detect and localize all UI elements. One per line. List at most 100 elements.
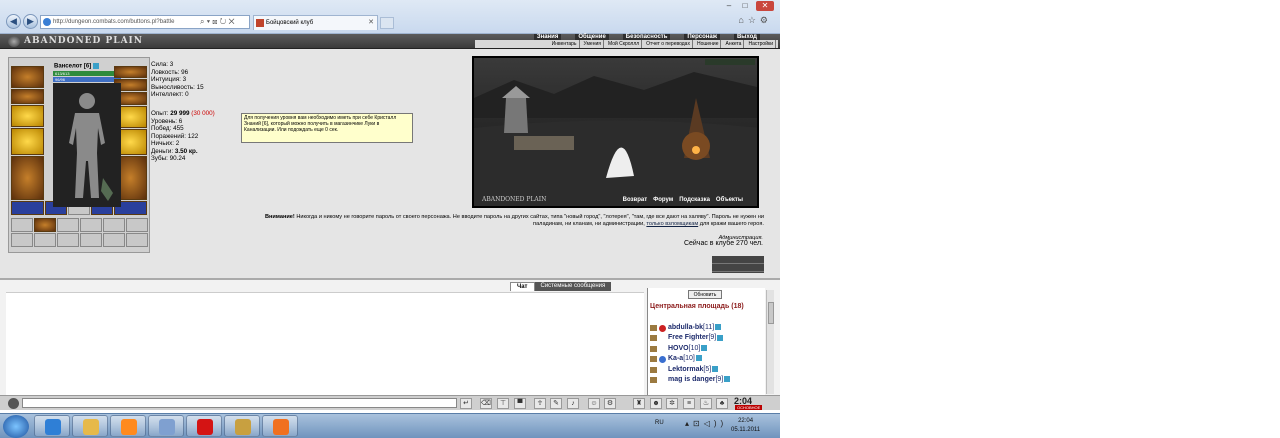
send-icon[interactable]: ↵ [460,398,472,409]
settings-icon[interactable]: ⚙ [604,398,616,409]
info-icon[interactable] [695,355,702,362]
link-objects[interactable]: Объекты [716,197,743,203]
link-hint[interactable]: Подсказка [679,197,710,203]
scroll-slot-4[interactable] [80,218,102,232]
private-icon[interactable] [650,356,657,363]
maximize-icon[interactable]: □ [738,1,752,11]
info-icon[interactable] [712,365,719,372]
scroll-slot-3[interactable] [57,218,79,232]
scroll-slot-5[interactable] [103,218,125,232]
browser-tools[interactable]: ⌂☆⚙ [738,15,772,26]
taskbar-unknown-app[interactable] [148,415,184,437]
player-name[interactable]: mag is danger [668,376,715,383]
player-row[interactable]: abdulla-bk[11] [650,323,765,333]
chat-input[interactable] [22,398,457,408]
earring-slot[interactable] [114,66,147,78]
scroll-slot-10[interactable] [80,233,102,247]
private-icon[interactable] [650,345,657,352]
player-row[interactable]: Ka-a[10] [650,354,765,364]
beer-icon[interactable]: ♨ [700,398,712,409]
bracers-slot[interactable] [11,89,44,104]
close-tab-icon[interactable]: ✕ [368,16,374,30]
warning-link[interactable]: только взломщикам [646,221,698,227]
info-icon[interactable] [724,376,731,383]
new-tab-button[interactable] [380,17,394,29]
character-name[interactable]: Ванселот [6] [54,63,99,70]
gear-icon[interactable]: ✲ [666,398,678,409]
submenu-wearing[interactable]: Ношение [695,40,722,48]
player-name[interactable]: Lektormak [668,366,703,373]
room-scrollbar[interactable] [766,290,774,394]
counters-banner[interactable] [712,256,764,273]
globe-icon[interactable] [8,398,19,409]
submenu-scroll[interactable]: Мой Скроллл [606,40,643,48]
anvil-icon[interactable]: ▀ [514,398,526,409]
tab-chat[interactable]: Чат [510,282,535,291]
submenu-transfers[interactable]: Отчет о переводах [644,40,693,48]
taskbar-media-player[interactable] [110,415,146,437]
smile-icon[interactable]: ☺ [588,398,600,409]
fighter-icon[interactable]: ☥ [534,398,546,409]
private-icon[interactable] [650,335,657,342]
scroll-slot-6[interactable] [126,218,148,232]
scroll-slot-12[interactable] [126,233,148,247]
minimize-icon[interactable]: – [722,1,736,11]
taskbar-explorer[interactable] [72,415,108,437]
info-icon[interactable] [715,324,722,331]
refresh-button[interactable]: Обновить [688,290,722,299]
ring-slot-left[interactable] [11,201,44,215]
helmet-slot[interactable] [11,66,44,88]
chat-log[interactable] [6,292,644,395]
player-row[interactable]: Free Fighter[9] [650,333,765,343]
submenu-profile[interactable]: Анкета [723,40,745,48]
filter-icon[interactable]: ⊤ [497,398,509,409]
sound-icon[interactable]: ♪ [567,398,579,409]
submenu-settings[interactable]: Настройки [746,40,776,48]
scroll-slot-8[interactable] [34,233,56,247]
player-row[interactable]: mag is danger[9] [650,375,765,385]
player-name[interactable]: abdulla-bk [668,324,703,331]
player-row[interactable]: Lektormak[5] [650,365,765,375]
scroll-slot-7[interactable] [11,233,33,247]
info-icon[interactable] [92,63,99,69]
taskbar-opera[interactable] [186,415,222,437]
info-icon[interactable] [701,344,708,351]
link-forum[interactable]: Форум [653,197,673,203]
taskbar-combats-client[interactable] [224,415,260,437]
link-return[interactable]: Возврат [623,197,648,203]
close-icon[interactable]: ✕ [756,1,774,11]
language-indicator[interactable]: RU [655,420,664,426]
private-icon[interactable] [650,325,657,331]
browser-tab[interactable]: Бойцовский клуб ✕ [253,15,378,30]
tab-system-messages[interactable]: Системные сообщения [534,282,612,291]
taskbar-internet-explorer[interactable] [34,415,70,437]
system-clock[interactable]: 22:04 05.11.2011 [731,417,760,435]
eraser-icon[interactable]: ⌫ [480,398,492,409]
submenu-skills[interactable]: Умения [582,40,604,48]
location-scene[interactable]: ABANDONED PLAIN Возврат Форум Подсказка … [472,56,759,208]
bear-icon[interactable]: ☻ [650,398,662,409]
submenu-inventory[interactable]: Инвентарь [550,40,580,48]
scrollbar-thumb[interactable] [768,302,774,324]
scroll-slot-2[interactable] [34,218,56,232]
address-actions[interactable]: ⌕ ▾ ⊠ ↻ ✕ [200,15,235,28]
tree-icon[interactable]: ♣ [716,398,728,409]
armor-slot[interactable] [11,156,44,200]
scroll-slot-9[interactable] [57,233,79,247]
taskbar-mail-agent[interactable] [262,415,298,437]
weapon-slot[interactable] [11,105,44,127]
player-row[interactable]: HOVO[10] [650,344,765,354]
scroll-slot-1[interactable] [11,218,33,232]
info-icon[interactable] [717,334,724,341]
figure-icon[interactable]: ♜ [633,398,645,409]
scroll-icon[interactable]: ✎ [550,398,562,409]
forward-icon[interactable]: ▶ [23,14,38,29]
private-icon[interactable] [650,376,657,383]
start-button[interactable] [3,415,29,438]
tray-icons[interactable]: ▴⊡◁)) [685,419,727,428]
player-name[interactable]: Ka-a [668,355,683,362]
offhand-slot[interactable] [11,128,44,155]
private-icon[interactable] [650,366,657,373]
back-icon[interactable]: ◀ [6,14,21,29]
list-icon[interactable]: ≡ [683,398,695,409]
